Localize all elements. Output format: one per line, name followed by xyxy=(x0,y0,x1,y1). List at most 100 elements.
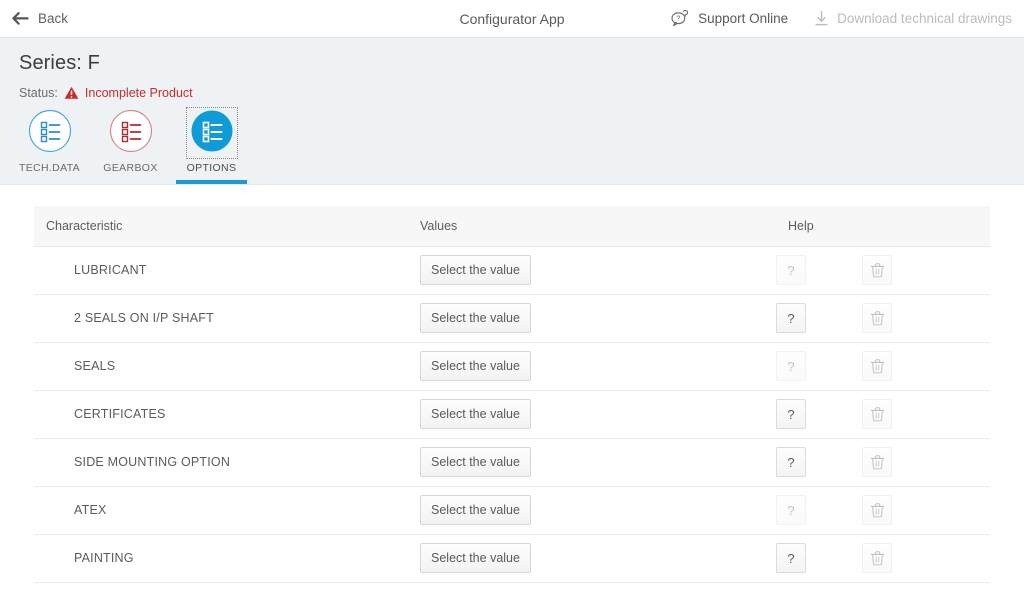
delete-cell xyxy=(862,438,990,487)
select-value-button[interactable]: Select the value xyxy=(420,302,531,334)
tab-tech-data-label: TECH.DATA xyxy=(18,161,81,174)
tab-tech-data-icon-wrap xyxy=(27,109,73,156)
support-online-button[interactable]: ? Support Online xyxy=(671,9,789,27)
column-header-delete xyxy=(862,206,990,247)
trash-icon xyxy=(870,310,885,326)
characteristic-label: SIDE MOUNTING OPTION xyxy=(34,438,408,487)
top-bar-actions: ? Support Online Download technical draw… xyxy=(671,9,1024,27)
checklist-icon xyxy=(28,109,72,156)
checklist-icon xyxy=(190,109,234,156)
tab-gearbox-underline xyxy=(95,180,166,184)
value-cell: Select the value xyxy=(408,246,776,295)
status-row: Status: Incomplete Product xyxy=(19,86,193,100)
tab-tech-data-underline xyxy=(14,180,85,184)
column-header-help: Help xyxy=(776,206,862,247)
table-header-row: Characteristic Values Help xyxy=(34,206,990,247)
table-row: 2 SEALS ON I/P SHAFT Select the value ? xyxy=(34,294,990,343)
delete-button[interactable] xyxy=(862,399,892,429)
table-row: SEALS Select the value ? xyxy=(34,342,990,391)
delete-cell xyxy=(862,342,990,391)
tab-gearbox-label: GEARBOX xyxy=(103,161,158,174)
delete-button[interactable] xyxy=(862,447,892,477)
select-value-button[interactable]: Select the value xyxy=(420,446,531,478)
delete-cell xyxy=(862,486,990,535)
value-cell: Select the value xyxy=(408,390,776,439)
tab-options-icon-wrap xyxy=(185,106,238,159)
support-online-label: Support Online xyxy=(698,11,789,26)
back-button[interactable]: Back xyxy=(0,0,82,37)
help-button[interactable]: ? xyxy=(776,447,806,477)
delete-button[interactable] xyxy=(862,351,892,381)
download-technical-drawings-label: Download technical drawings xyxy=(837,11,1012,26)
product-header-panel: Series: F Status: Incomplete Product TEC… xyxy=(0,38,1024,185)
characteristic-label: CERTIFICATES xyxy=(34,390,408,439)
tab-bar: TECH.DATA GEARBOX OPTIONS xyxy=(14,106,247,185)
help-cell: ? xyxy=(776,486,862,535)
help-button[interactable]: ? xyxy=(776,495,806,525)
help-cell: ? xyxy=(776,390,862,439)
svg-text:?: ? xyxy=(676,16,680,23)
value-cell: Select the value xyxy=(408,534,776,583)
trash-icon xyxy=(870,406,885,422)
trash-icon xyxy=(870,502,885,518)
column-header-characteristic: Characteristic xyxy=(34,206,408,247)
select-value-button[interactable]: Select the value xyxy=(420,350,531,382)
table-row: PAINTING Select the value ? xyxy=(34,534,990,583)
delete-cell xyxy=(862,294,990,343)
help-cell: ? xyxy=(776,534,862,583)
help-button[interactable]: ? xyxy=(776,351,806,381)
delete-cell xyxy=(862,534,990,583)
tab-gearbox[interactable]: GEARBOX xyxy=(95,109,166,185)
characteristic-label: PAINTING xyxy=(34,534,408,583)
tab-gearbox-icon-wrap xyxy=(108,109,154,156)
tab-options-underline xyxy=(176,180,247,184)
select-value-button[interactable]: Select the value xyxy=(420,254,531,286)
delete-button[interactable] xyxy=(862,303,892,333)
tab-options-label: OPTIONS xyxy=(186,161,237,174)
delete-button[interactable] xyxy=(862,543,892,573)
help-button[interactable]: ? xyxy=(776,399,806,429)
tab-tech-data[interactable]: TECH.DATA xyxy=(14,109,85,185)
arrow-left-icon xyxy=(12,12,29,25)
characteristic-label: LUBRICANT xyxy=(34,246,408,295)
checklist-icon xyxy=(109,109,153,156)
table-row: ATEX Select the value ? xyxy=(34,486,990,535)
delete-button[interactable] xyxy=(862,255,892,285)
help-button[interactable]: ? xyxy=(776,543,806,573)
column-header-values: Values xyxy=(408,206,776,247)
delete-button[interactable] xyxy=(862,495,892,525)
help-button[interactable]: ? xyxy=(776,303,806,333)
value-cell: Select the value xyxy=(408,486,776,535)
table-row: CERTIFICATES Select the value ? xyxy=(34,390,990,439)
warning-triangle-icon xyxy=(64,86,79,100)
table-body: LUBRICANT Select the value ? 2 SEALS ON … xyxy=(34,246,990,583)
value-cell: Select the value xyxy=(408,294,776,343)
back-label: Back xyxy=(38,11,69,26)
characteristic-label: SEALS xyxy=(34,342,408,391)
trash-icon xyxy=(870,358,885,374)
table-row: LUBRICANT Select the value ? xyxy=(34,246,990,295)
select-value-button[interactable]: Select the value xyxy=(420,494,531,526)
value-cell: Select the value xyxy=(408,342,776,391)
page-title: Series: F xyxy=(19,52,100,74)
delete-cell xyxy=(862,390,990,439)
trash-icon xyxy=(870,262,885,278)
value-cell: Select the value xyxy=(408,438,776,487)
help-button[interactable]: ? xyxy=(776,255,806,285)
trash-icon xyxy=(870,550,885,566)
help-cell: ? xyxy=(776,438,862,487)
characteristics-table: Characteristic Values Help LUBRICANT Sel… xyxy=(34,206,990,583)
characteristic-label: 2 SEALS ON I/P SHAFT xyxy=(34,294,408,343)
characteristic-label: ATEX xyxy=(34,486,408,535)
help-cell: ? xyxy=(776,246,862,295)
download-technical-drawings-button[interactable]: Download technical drawings xyxy=(814,10,1012,27)
delete-cell xyxy=(862,246,990,295)
tab-options[interactable]: OPTIONS xyxy=(176,106,247,184)
help-cell: ? xyxy=(776,342,862,391)
help-cell: ? xyxy=(776,294,862,343)
trash-icon xyxy=(870,454,885,470)
select-value-button[interactable]: Select the value xyxy=(420,542,531,574)
options-content: Characteristic Values Help LUBRICANT Sel… xyxy=(0,185,1024,583)
select-value-button[interactable]: Select the value xyxy=(420,398,531,430)
download-arrow-icon xyxy=(814,10,829,27)
